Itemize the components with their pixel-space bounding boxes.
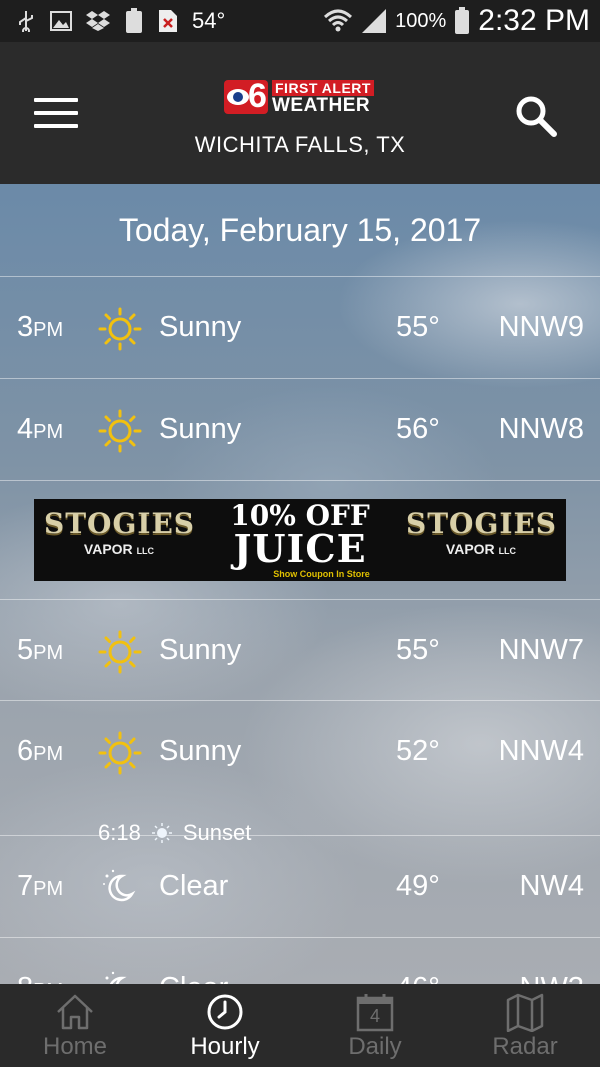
ad-brand-name: STOGIES [406, 507, 558, 540]
hour-temperature: 46° [396, 972, 440, 984]
hour-condition: Sunny [159, 311, 242, 343]
nav-home[interactable]: Home [0, 984, 150, 1067]
nav-radar-label: Radar [492, 1033, 558, 1060]
sun-icon [98, 731, 142, 775]
hour-time: 8PM [17, 972, 63, 984]
sun-icon [98, 307, 142, 351]
nav-hourly[interactable]: Hourly [150, 984, 300, 1067]
app-bar: 6 FIRST ALERT WEATHER WICHITA FALLS, TX [0, 42, 600, 184]
signal-icon [362, 9, 387, 33]
logo-first-alert: FIRST ALERT [272, 79, 374, 96]
ad-container: STOGIES VAPOR LLC 10% OFF JUICE Show Cou… [0, 481, 600, 600]
hour-wind: NNW9 [498, 311, 584, 343]
hour-row: 4PM Sunny 56° NNW8 [0, 379, 600, 481]
sun-icon [98, 630, 142, 674]
menu-icon-bar [34, 124, 78, 128]
hour-row: 7PM Clear 49° NW4 [0, 836, 600, 938]
nav-daily-label: Daily [348, 1033, 402, 1060]
ad-banner[interactable]: STOGIES VAPOR LLC 10% OFF JUICE Show Cou… [34, 499, 566, 581]
hour-temperature: 55° [396, 311, 440, 343]
image-icon [50, 11, 72, 31]
home-icon [57, 994, 93, 1030]
status-clock: 2:32 PM [478, 4, 590, 37]
hour-condition: Sunny [159, 634, 242, 666]
nav-home-label: Home [42, 1033, 108, 1060]
hour-condition: Clear [159, 972, 228, 984]
hour-time: 4PM [17, 413, 64, 445]
ad-brand-llc: LLC [136, 546, 155, 556]
hour-time: 5PM [17, 634, 64, 666]
ad-footnote: Show Coupon In Store [273, 568, 370, 579]
ad-brand-name: STOGIES [44, 507, 196, 540]
hour-time: 6PM [17, 735, 64, 767]
dropbox-icon [86, 11, 110, 31]
clock-icon [207, 994, 243, 1030]
search-icon [516, 96, 557, 137]
ad-brand-logo: STOGIES VAPOR LLC [406, 507, 556, 573]
ad-headline: 10% OFF JUICE Show Coupon In Store [230, 501, 370, 579]
ad-brand-llc: LLC [498, 546, 517, 556]
map-icon [506, 993, 544, 1032]
nav-hourly-label: Hourly [190, 1033, 260, 1060]
hour-row: 3PM Sunny 55° NNW9 [0, 277, 600, 379]
usb-icon [19, 11, 33, 32]
hour-wind: NW3 [520, 972, 584, 984]
moon-icon [101, 868, 134, 902]
hour-wind: NNW8 [498, 413, 584, 445]
no-sim-icon [159, 10, 177, 32]
hour-temperature: 49° [396, 870, 440, 902]
battery-icon [455, 7, 470, 34]
ad-brand-sub: VAPOR [445, 541, 495, 557]
search-button[interactable] [514, 94, 558, 138]
ad-brand-sub: VAPOR [83, 541, 133, 557]
ad-headline-2: JUICE [233, 525, 367, 571]
logo-weather: WEATHER [272, 94, 371, 116]
bottom-nav: Home Hourly 4 Daily Radar [0, 984, 600, 1067]
calendar-day-badge: 4 [369, 1006, 380, 1026]
wifi-icon [324, 9, 353, 32]
location-label[interactable]: WICHITA FALLS, TX [0, 132, 600, 158]
status-temperature: 54° [192, 8, 226, 33]
ad-brand-logo: STOGIES VAPOR LLC [44, 507, 194, 573]
nav-daily[interactable]: 4 Daily [300, 984, 450, 1067]
menu-icon-bar [34, 111, 78, 115]
hour-time: 3PM [17, 311, 64, 343]
status-bar: 54° 100% 2:32 PM [0, 0, 600, 42]
hour-row: 5PM Sunny 55° NNW7 [0, 600, 600, 701]
station-logo: 6 FIRST ALERT WEATHER [224, 77, 374, 116]
sun-icon [98, 409, 142, 453]
hour-condition: Sunny [159, 413, 242, 445]
battery-percent: 100% [395, 9, 447, 32]
hour-row: 6PM Sunny 52° NNW4 6:18 Sunset [0, 701, 600, 845]
logo-number: 6 [248, 77, 267, 115]
hour-temperature: 52° [396, 735, 440, 767]
hour-condition: Sunny [159, 735, 242, 767]
battery-full-icon [126, 8, 142, 33]
hour-wind: NNW7 [498, 634, 584, 666]
hour-wind: NNW4 [498, 735, 584, 767]
hour-wind: NW4 [519, 870, 584, 902]
nav-radar[interactable]: Radar [450, 984, 600, 1067]
hour-temperature: 55° [396, 634, 440, 666]
hour-time: 7PM [17, 870, 64, 902]
menu-button[interactable] [34, 98, 78, 130]
date-header: Today, February 15, 2017 [0, 184, 600, 277]
moon-icon [101, 970, 134, 984]
cbs-eye-icon: 6 [224, 77, 268, 115]
menu-icon-bar [34, 98, 78, 102]
hour-row-partial: 8PM Clear 46° NW3 [0, 938, 600, 984]
hour-condition: Clear [159, 870, 229, 902]
hour-temperature: 56° [396, 413, 440, 445]
